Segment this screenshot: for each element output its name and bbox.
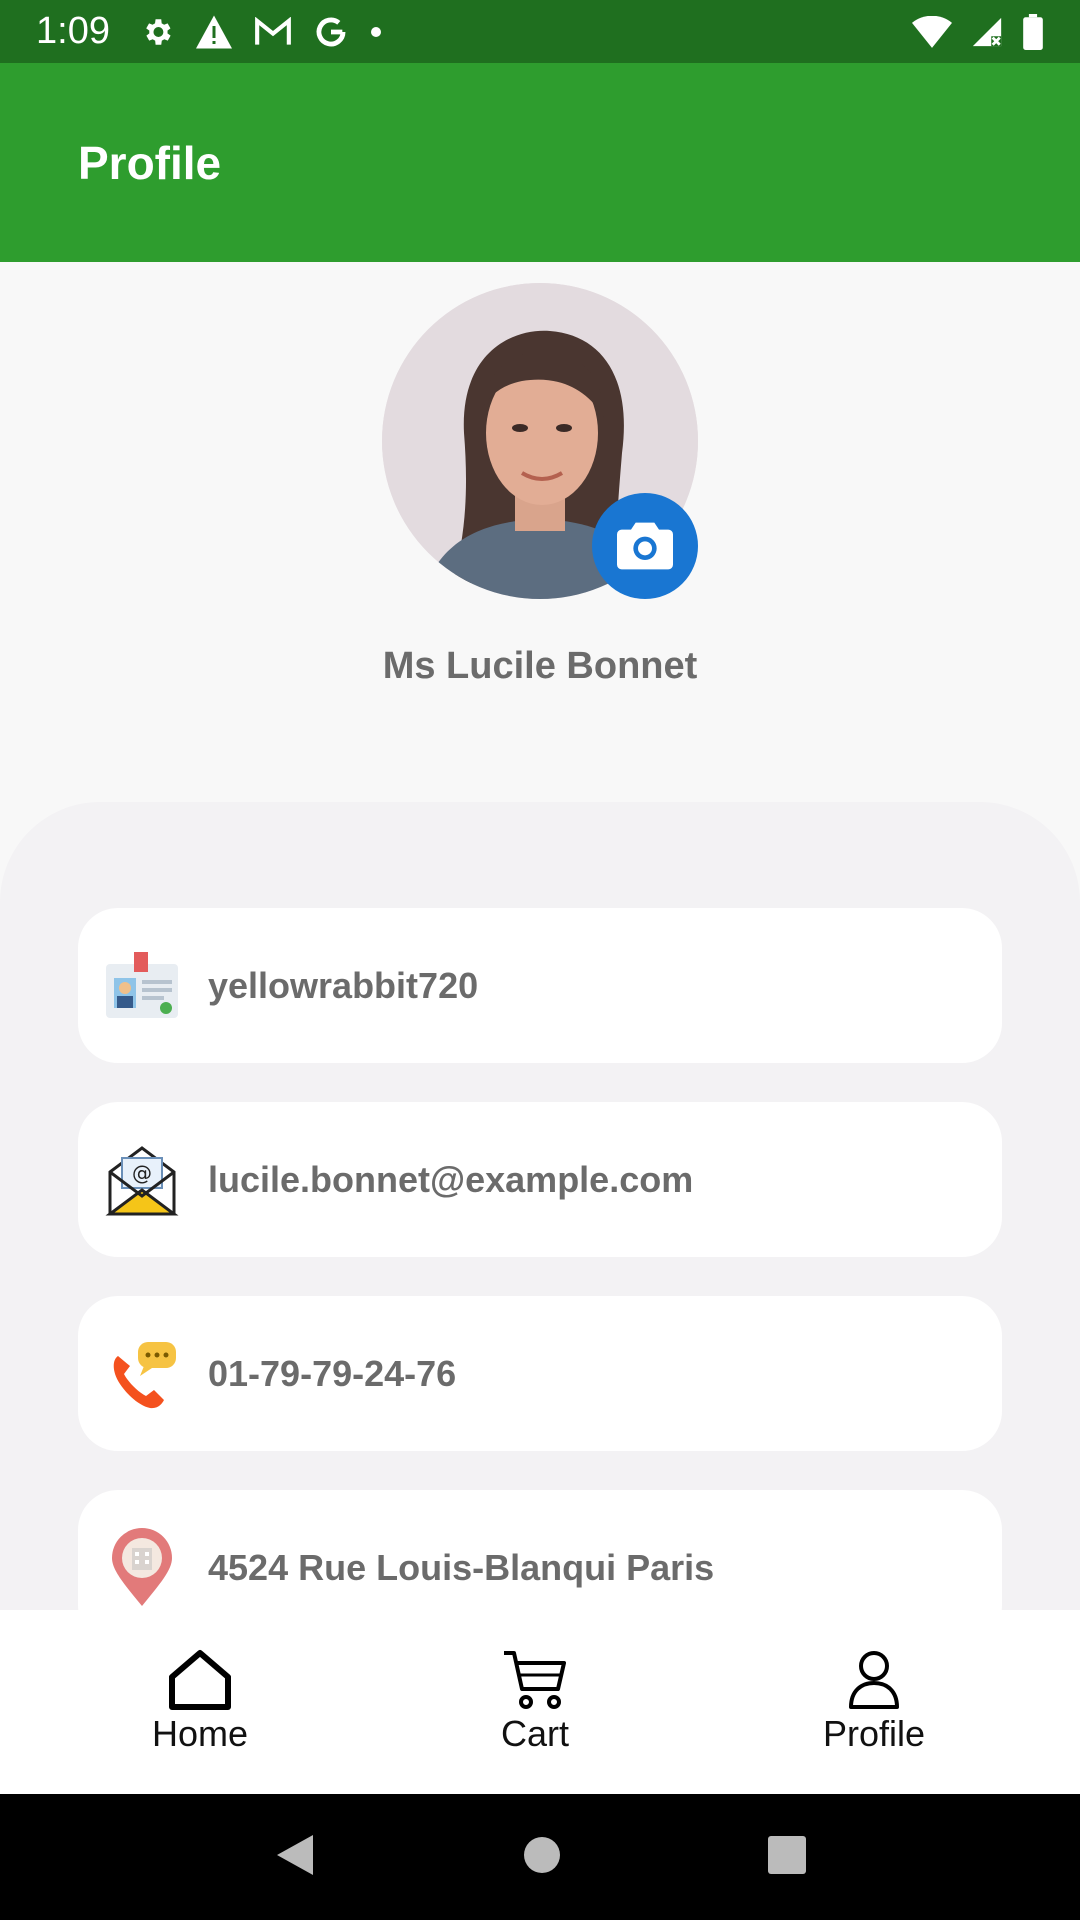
home-button[interactable]: [522, 1835, 562, 1880]
id-card-icon: [104, 948, 180, 1024]
status-time: 1:09: [36, 10, 110, 52]
home-icon: [169, 1650, 231, 1710]
email-icon: @: [104, 1142, 180, 1218]
bottom-navigation: Home Cart Profile: [0, 1610, 1080, 1794]
username-text: yellowrabbit720: [208, 964, 479, 1006]
gmail-icon: [254, 16, 292, 47]
google-icon: [314, 15, 348, 49]
nav-home-label: Home: [151, 1713, 249, 1754]
username-card[interactable]: yellowrabbit720: [78, 908, 1002, 1063]
profile-name: Ms Lucile Bonnet: [382, 645, 698, 687]
back-button[interactable]: [273, 1831, 317, 1884]
nav-cart[interactable]: Cart: [415, 1610, 655, 1794]
svg-text:@: @: [132, 1161, 152, 1185]
app-bar: Profile: [0, 63, 1080, 262]
signal-icon: [970, 15, 1004, 49]
nav-profile[interactable]: Profile: [754, 1610, 994, 1794]
settings-icon: [140, 15, 174, 49]
nav-home[interactable]: Home: [80, 1610, 320, 1794]
change-photo-button[interactable]: [592, 493, 698, 599]
recents-button[interactable]: [767, 1835, 807, 1880]
dot-icon: [370, 26, 382, 38]
email-text: lucile.bonnet@example.com: [208, 1158, 694, 1200]
back-icon: [276, 1834, 313, 1875]
camera-icon: [617, 522, 673, 570]
status-bar: 1:09: [0, 0, 1080, 63]
phone-text: 01-79-79-24-76: [208, 1352, 457, 1394]
screen: 1:09 Profile Ms Lucile Bonnet yellowrabb…: [0, 0, 1080, 1920]
phone-card[interactable]: 01-79-79-24-76: [78, 1296, 1002, 1451]
warning-icon: [195, 15, 232, 49]
system-navigation-bar: [0, 1794, 1080, 1920]
home-circle-icon: [523, 1836, 560, 1873]
avatar-container: [382, 283, 698, 599]
phone-icon: [104, 1336, 180, 1412]
notification-icons: [140, 15, 382, 49]
recents-square-icon: [768, 1835, 807, 1874]
page-title: Profile: [78, 136, 222, 189]
info-panel: yellowrabbit720 @ lucile.bonnet@example.…: [0, 802, 1080, 1622]
email-card[interactable]: @ lucile.bonnet@example.com: [78, 1102, 1002, 1257]
address-card[interactable]: 4524 Rue Louis-Blanqui Paris: [78, 1490, 1002, 1622]
nav-profile-label: Profile: [822, 1713, 926, 1754]
location-pin-icon: [104, 1527, 180, 1606]
battery-icon: [1022, 13, 1044, 50]
wifi-icon: [912, 15, 952, 48]
address-text: 4524 Rue Louis-Blanqui Paris: [208, 1546, 715, 1588]
system-status-icons: [912, 13, 1044, 50]
nav-cart-label: Cart: [500, 1713, 569, 1754]
cart-icon: [504, 1651, 566, 1709]
person-icon: [849, 1651, 899, 1709]
